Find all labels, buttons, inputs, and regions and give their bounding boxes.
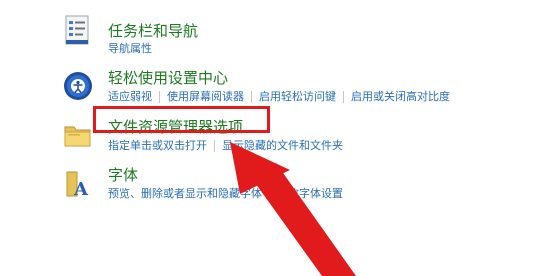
link-separator [251,91,252,103]
file-explorer-options-title[interactable]: 文件资源管理器选项 [108,118,243,136]
link-ease-of-access-keys[interactable]: 启用轻松访问键 [259,90,336,104]
taskbar-navigation-title[interactable]: 任务栏和导航 [108,22,198,40]
link-single-double-click[interactable]: 指定单击或双击打开 [108,139,207,153]
ease-of-access-icon[interactable] [62,70,94,102]
link-separator [214,140,215,152]
link-screen-reader[interactable]: 使用屏幕阅读器 [167,90,244,104]
link-low-vision[interactable]: 适应弱视 [108,90,152,104]
fonts-links: 预览、删除或者显示和隐藏字体 更改字体设置 [108,187,343,201]
link-show-hidden-files[interactable]: 显示隐藏的文件和文件夹 [222,139,343,153]
folder-options-icon[interactable] [62,119,94,151]
svg-text:A: A [73,179,89,200]
ease-of-access-links: 适应弱视 使用屏幕阅读器 启用轻松访问键 启用或关闭高对比度 [108,90,450,104]
link-change-font-settings[interactable]: 更改字体设置 [277,187,343,201]
link-separator [159,91,160,103]
link-separator [343,91,344,103]
taskbar-nav-icon[interactable] [62,14,94,46]
fonts-title[interactable]: 字体 [108,166,138,184]
file-explorer-options-links: 指定单击或双击打开 显示隐藏的文件和文件夹 [108,139,343,153]
ease-of-access-title[interactable]: 轻松使用设置中心 [108,69,228,87]
link-high-contrast[interactable]: 启用或关闭高对比度 [351,90,450,104]
link-preview-delete-fonts[interactable]: 预览、删除或者显示和隐藏字体 [108,187,262,201]
taskbar-navigation-links: 导航属性 [108,42,152,56]
link-separator [269,188,270,200]
fonts-icon[interactable]: A [62,168,94,200]
link-navigation-properties[interactable]: 导航属性 [108,42,152,56]
